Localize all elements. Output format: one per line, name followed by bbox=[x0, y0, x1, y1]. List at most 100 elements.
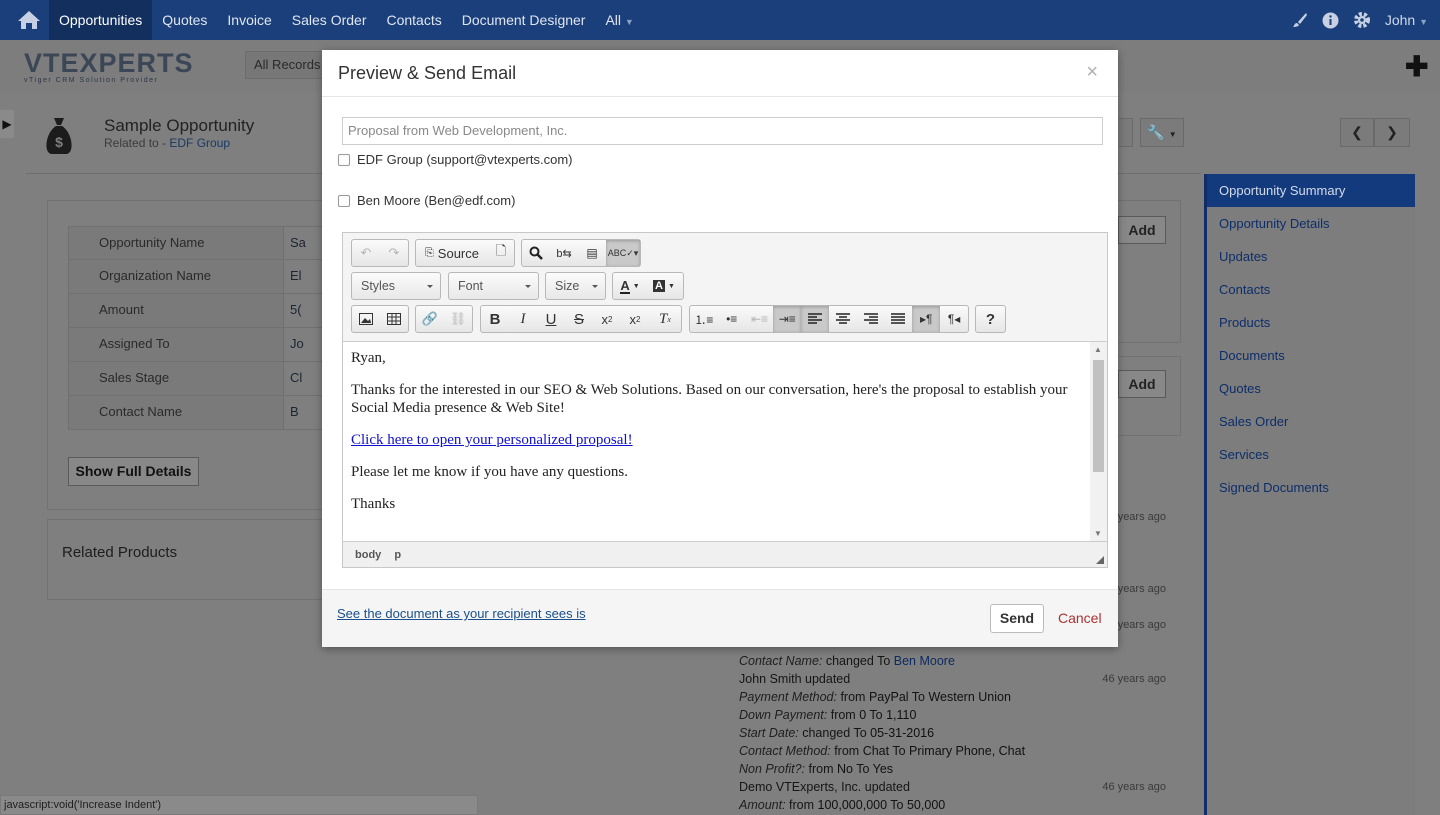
ltr-icon[interactable]: ▸¶ bbox=[912, 306, 941, 332]
nav-opportunity-details[interactable]: Opportunity Details bbox=[1207, 207, 1415, 240]
nav-sales-order[interactable]: Sales Order bbox=[282, 0, 377, 40]
add-button[interactable]: Add bbox=[1118, 370, 1166, 398]
scroll-up-icon[interactable]: ▲ bbox=[1094, 345, 1102, 354]
superscript-icon[interactable]: x2 bbox=[621, 306, 649, 332]
image-icon[interactable] bbox=[352, 306, 380, 332]
close-icon[interactable]: × bbox=[1086, 61, 1098, 84]
nav-updates[interactable]: Updates bbox=[1207, 240, 1415, 273]
bulleted-list-icon[interactable]: •≡ bbox=[718, 306, 746, 332]
link-icon[interactable]: 🔗 bbox=[416, 306, 444, 332]
help-icon[interactable]: ? bbox=[976, 306, 1005, 332]
proposal-link[interactable]: Click here to open your personalized pro… bbox=[351, 432, 633, 448]
undo-icon[interactable]: ↶ bbox=[352, 240, 380, 266]
styles-dropdown[interactable]: Styles bbox=[351, 272, 441, 300]
recipient-option[interactable]: Ben Moore (Ben@edf.com) bbox=[338, 193, 515, 208]
remove-format-icon[interactable]: Tx bbox=[649, 306, 681, 332]
spellcheck-icon[interactable]: ABC✓▾ bbox=[606, 240, 640, 266]
table-icon[interactable] bbox=[380, 306, 408, 332]
increase-indent-icon[interactable]: ⇥≡ bbox=[773, 306, 802, 332]
path-item-body[interactable]: body bbox=[355, 549, 381, 561]
record-title: Sample Opportunity bbox=[104, 116, 255, 135]
related-link[interactable]: EDF Group bbox=[169, 136, 230, 150]
add-button[interactable]: Add bbox=[1118, 216, 1166, 244]
redo-icon[interactable]: ↷ bbox=[380, 240, 408, 266]
see-document-link[interactable]: See the document as your recipient sees … bbox=[337, 606, 586, 621]
align-center-icon[interactable] bbox=[829, 306, 857, 332]
align-right-icon[interactable] bbox=[857, 306, 885, 332]
sidebar-toggle-icon[interactable]: ▶ bbox=[0, 110, 14, 138]
email-body-editor[interactable]: Ryan, Thanks for the interested in our S… bbox=[343, 341, 1090, 541]
replace-icon[interactable]: b⇆ bbox=[550, 240, 578, 266]
align-left-icon[interactable] bbox=[801, 306, 829, 332]
cancel-link[interactable]: Cancel bbox=[1058, 610, 1102, 626]
show-full-details-button[interactable]: Show Full Details bbox=[68, 457, 199, 486]
path-item-p[interactable]: p bbox=[394, 549, 401, 561]
modal-title: Preview & Send Email bbox=[338, 63, 517, 83]
recipient-checkbox[interactable] bbox=[338, 194, 350, 207]
action-dropdown-edge[interactable] bbox=[1119, 118, 1133, 147]
feed-link[interactable]: Ben Moore bbox=[894, 654, 955, 668]
nav-contacts[interactable]: Contacts bbox=[1207, 273, 1415, 306]
nav-all-menu[interactable]: All ▼ bbox=[595, 0, 643, 40]
scrollbar-thumb[interactable] bbox=[1093, 360, 1104, 472]
user-menu[interactable]: John ▼ bbox=[1385, 12, 1428, 28]
nav-document-designer[interactable]: Document Designer bbox=[452, 0, 596, 40]
feed-from: from bbox=[808, 762, 834, 776]
numbered-list-icon[interactable]: ⒈≡ bbox=[690, 306, 718, 332]
editor-scrollbar[interactable]: ▲ ▼ bbox=[1090, 341, 1107, 541]
nav-contacts[interactable]: Contacts bbox=[376, 0, 451, 40]
underline-icon[interactable]: U bbox=[537, 306, 565, 332]
more-actions-button[interactable]: 🔧 ▼ bbox=[1140, 118, 1184, 147]
nav-products[interactable]: Products bbox=[1207, 306, 1415, 339]
feed-to: To bbox=[869, 708, 883, 722]
font-dropdown[interactable]: Font bbox=[448, 272, 539, 300]
previous-record-button[interactable]: ❮ bbox=[1340, 118, 1374, 147]
unlink-icon[interactable]: ⛓ bbox=[444, 306, 472, 332]
find-icon[interactable] bbox=[522, 240, 550, 266]
subject-input[interactable]: Proposal from Web Development, Inc. bbox=[342, 117, 1103, 145]
nav-quotes[interactable]: Quotes bbox=[1207, 372, 1415, 405]
rtl-icon[interactable]: ¶◂ bbox=[940, 306, 968, 332]
select-all-icon[interactable]: ▤ bbox=[578, 240, 606, 266]
nav-opportunity-summary[interactable]: Opportunity Summary bbox=[1207, 174, 1415, 207]
bold-icon[interactable]: B bbox=[481, 306, 509, 332]
nav-invoice[interactable]: Invoice bbox=[217, 0, 281, 40]
feed-updated: updated bbox=[864, 780, 910, 794]
feed-from: from bbox=[840, 690, 866, 704]
resize-handle-icon[interactable] bbox=[1096, 556, 1104, 564]
gear-icon[interactable] bbox=[1353, 11, 1371, 29]
related-products-title: Related Products bbox=[62, 544, 178, 561]
nav-documents[interactable]: Documents bbox=[1207, 339, 1415, 372]
brush-icon[interactable] bbox=[1292, 12, 1308, 28]
records-filter[interactable]: All Records bbox=[245, 51, 325, 79]
subscript-icon[interactable]: x2 bbox=[593, 306, 621, 332]
background-color-icon[interactable]: A ▼ bbox=[647, 273, 681, 299]
wrench-icon: 🔧 bbox=[1147, 124, 1165, 140]
nav-signed-documents[interactable]: Signed Documents bbox=[1207, 471, 1415, 504]
decrease-indent-icon[interactable]: ⇤≡ bbox=[746, 306, 774, 332]
send-button[interactable]: Send bbox=[990, 604, 1044, 633]
info-icon[interactable] bbox=[1322, 12, 1339, 29]
source-label: Source bbox=[437, 245, 479, 261]
italic-icon[interactable]: I bbox=[509, 306, 537, 332]
scroll-down-icon[interactable]: ▼ bbox=[1094, 529, 1102, 538]
timestamp: years ago bbox=[1118, 619, 1166, 631]
plus-icon[interactable]: ✚ bbox=[1405, 50, 1428, 83]
recipient-checkbox[interactable] bbox=[338, 153, 350, 166]
source-button[interactable]: ⎘ Source bbox=[416, 240, 488, 266]
color-group: A ▼ A ▼ bbox=[612, 272, 684, 300]
feed-line: Non Profit?: from No To Yes bbox=[739, 762, 894, 776]
recipient-option[interactable]: EDF Group (support@vtexperts.com) bbox=[338, 152, 572, 167]
nav-sales-order[interactable]: Sales Order bbox=[1207, 405, 1415, 438]
text-color-icon[interactable]: A ▼ bbox=[613, 273, 647, 299]
nav-services[interactable]: Services bbox=[1207, 438, 1415, 471]
justify-icon[interactable] bbox=[885, 306, 913, 332]
vtexperts-logo[interactable]: VTEXPERTS vTiger CRM Solution Provider bbox=[24, 48, 194, 84]
home-icon[interactable] bbox=[16, 9, 42, 31]
nav-quotes[interactable]: Quotes bbox=[152, 0, 217, 40]
preview-icon[interactable]: 🗋 bbox=[488, 240, 514, 266]
size-dropdown[interactable]: Size bbox=[545, 272, 606, 300]
nav-opportunities[interactable]: Opportunities bbox=[49, 0, 153, 40]
strikethrough-icon[interactable]: S bbox=[565, 306, 593, 332]
next-record-button[interactable]: ❯ bbox=[1374, 118, 1410, 147]
